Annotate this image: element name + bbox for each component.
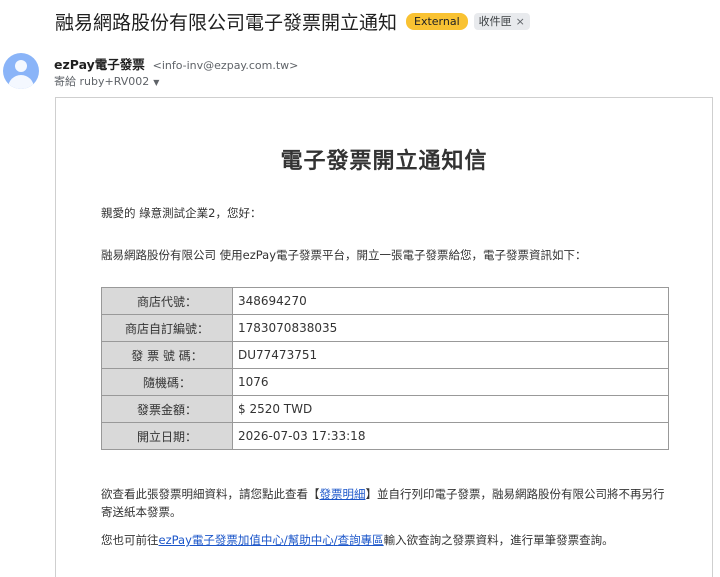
- sender-line: ezPay電子發票 <info-inv@ezpay.com.tw>: [54, 54, 298, 73]
- query-paragraph: 您也可前往ezPay電子發票加值中心/幫助中心/查詢專區輸入欲查詢之發票資料，進…: [101, 531, 681, 549]
- greeting-text: 親愛的 綠意測試企業2，您好：: [101, 206, 262, 220]
- sender-name[interactable]: ezPay電子發票: [54, 57, 145, 72]
- remove-label-icon[interactable]: ×: [516, 15, 525, 28]
- invoice-detail-link[interactable]: 發票明細: [320, 487, 366, 501]
- invoice-amount-value: $ 2520 TWD: [232, 395, 669, 423]
- invoice-amount-label: 發票金額：: [101, 395, 233, 423]
- invoice-info-table: 商店代號： 348694270 商店自訂編號： 1783070838035 發 …: [101, 287, 669, 450]
- invoice-number-label: 發 票 號 碼：: [101, 341, 233, 369]
- recipient-text: 寄給 ruby+RV002: [54, 75, 150, 88]
- merchant-order-no-value: 1783070838035: [232, 314, 669, 342]
- table-row: 商店代號： 348694270: [101, 287, 669, 315]
- email-body-card: 電子發票開立通知信 親愛的 綠意測試企業2，您好： 融易網路股份有限公司 使用e…: [55, 97, 713, 577]
- inbox-label-chip[interactable]: 收件匣 ×: [473, 13, 530, 30]
- email-subject: 融易網路股份有限公司電子發票開立通知: [55, 12, 398, 34]
- sender-avatar[interactable]: [3, 53, 39, 89]
- table-row: 發票金額： $ 2520 TWD: [101, 395, 669, 423]
- recipient-details-chevron-icon[interactable]: ▼: [153, 78, 159, 87]
- query-area-link[interactable]: 查詢專區: [338, 533, 384, 547]
- merchant-order-no-label: 商店自訂編號：: [101, 314, 233, 342]
- table-row: 發 票 號 碼： DU77473751: [101, 341, 669, 369]
- inbox-label-text: 收件匣: [478, 15, 512, 28]
- para2-text-before: 您也可前往: [101, 533, 159, 547]
- table-row: 開立日期： 2026-07-03 17:33:18: [101, 422, 669, 450]
- invoice-notice-title: 電子發票開立通知信: [280, 149, 488, 174]
- para2-text-after: 輸入欲查詢之發票資料，進行單筆發票查詢。: [383, 533, 614, 547]
- store-id-label: 商店代號：: [101, 287, 233, 315]
- email-header: 融易網路股份有限公司電子發票開立通知 External 收件匣 ×: [55, 8, 530, 35]
- invoice-number-value: DU77473751: [232, 341, 669, 369]
- issue-date-value: 2026-07-03 17:33:18: [232, 422, 669, 450]
- sender-email: <info-inv@ezpay.com.tw>: [152, 59, 299, 72]
- issue-date-label: 開立日期：: [101, 422, 233, 450]
- recipient-line[interactable]: 寄給 ruby+RV002 ▼: [54, 73, 159, 89]
- intro-text: 融易網路股份有限公司 使用ezPay電子發票平台，開立一張電子發票給您，電子發票…: [101, 248, 587, 262]
- invoice-detail-paragraph: 欲查看此張發票明細資料，請您點此查看【發票明細】並自行列印電子發票，融易網路股份…: [101, 485, 673, 521]
- random-code-label: 隨機碼：: [101, 368, 233, 396]
- avatar-body-shape: [8, 75, 34, 89]
- table-row: 隨機碼： 1076: [101, 368, 669, 396]
- random-code-value: 1076: [232, 368, 669, 396]
- store-id-value: 348694270: [232, 287, 669, 315]
- external-badge: External: [406, 13, 468, 30]
- para1-text-before: 欲查看此張發票明細資料，請您點此查看【: [101, 487, 320, 501]
- ezpay-value-center-link[interactable]: ezPay電子發票加值中心: [159, 533, 284, 547]
- table-row: 商店自訂編號： 1783070838035: [101, 314, 669, 342]
- help-center-link[interactable]: 幫助中心: [288, 533, 334, 547]
- avatar-head-shape: [15, 60, 27, 72]
